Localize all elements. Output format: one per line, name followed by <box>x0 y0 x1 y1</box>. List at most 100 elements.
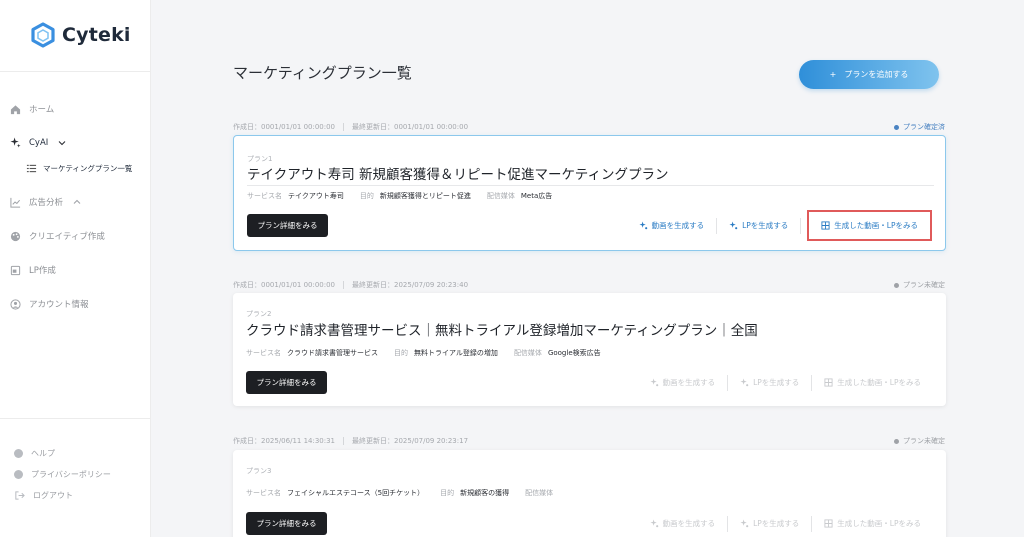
plan-card: プラン3 サービス名 フェイシャルエステコース（5回チケット） 目的 新規顧客の… <box>233 450 946 537</box>
media-value: Google検索広告 <box>547 349 601 357</box>
plan-status: プラン未確定 <box>894 436 945 446</box>
generate-lp-button[interactable]: LPを生成する <box>717 214 800 237</box>
sidebar-item-label: ホーム <box>29 105 55 115</box>
sidebar-item-creative[interactable]: クリエイティブ作成 <box>10 230 105 242</box>
view-generated-button[interactable]: 生成した動画・LPをみる <box>812 371 933 394</box>
info-icon <box>14 470 23 479</box>
view-generated-label: 生成した動画・LPをみる <box>837 519 921 528</box>
plan-meta: 作成日：0001/01/01 00:00:00 最終更新日：2025/07/09… <box>233 280 468 290</box>
view-generated-button[interactable]: 生成した動画・LPをみる <box>807 210 932 241</box>
purpose-value: 新規顧客獲得とリピート促進 <box>379 192 471 200</box>
plan-created: 作成日：2025/06/11 14:30:31 <box>233 437 336 445</box>
purpose-label: 目的 <box>359 192 374 200</box>
meta-separator <box>343 281 345 289</box>
user-icon <box>10 298 21 310</box>
home-icon <box>10 104 21 115</box>
sparkle-icon <box>639 221 648 230</box>
plan-detail-button[interactable]: プラン詳細をみる <box>246 512 327 535</box>
sidebar-subitem-marketing-plans[interactable]: マーケティングプラン一覧 <box>26 163 132 174</box>
sidebar-item-label: 広告分析 <box>29 198 64 208</box>
view-generated-label: 生成した動画・LPをみる <box>834 221 918 230</box>
sidebar-item-ad-analysis[interactable]: 広告分析 <box>10 196 81 208</box>
chart-icon <box>10 197 21 208</box>
sidebar-footer-logout[interactable]: ログアウト <box>14 490 73 501</box>
plan-card: プラン2 クラウド請求書管理サービス｜無料トライアル登録増加マーケティングプラン… <box>233 293 946 406</box>
sidebar-item-account[interactable]: アカウント情報 <box>10 298 89 310</box>
sidebar-divider-bottom <box>0 418 151 419</box>
plan-updated: 最終更新日：2025/07/09 20:23:40 <box>352 281 469 289</box>
list-icon <box>26 163 37 174</box>
sidebar-divider-top <box>0 71 151 72</box>
status-dot-icon <box>894 124 899 130</box>
logo-hexagon-icon <box>31 22 55 48</box>
sparkle-icon <box>650 519 659 528</box>
plan-created: 作成日：0001/01/01 00:00:00 <box>233 123 336 131</box>
plan-title: クラウド請求書管理サービス｜無料トライアル登録増加マーケティングプラン｜全国 <box>246 323 758 339</box>
plan-created: 作成日：0001/01/01 00:00:00 <box>233 281 336 289</box>
title-divider <box>247 185 934 186</box>
generate-video-button[interactable]: 動画を生成する <box>638 512 728 535</box>
add-plan-button[interactable]: + プランを追加する <box>799 60 939 89</box>
sidebar-item-label: クリエイティブ作成 <box>29 232 105 242</box>
plan-number: プラン3 <box>246 467 272 475</box>
view-generated-label: 生成した動画・LPをみる <box>837 378 921 387</box>
service-label: サービス名 <box>246 489 281 497</box>
sidebar-footer-label: ヘルプ <box>31 449 55 458</box>
sidebar-item-label: CyAI <box>29 137 49 148</box>
logout-icon <box>14 490 25 501</box>
media-label: 配信媒体 <box>513 349 542 357</box>
plan-actions: 動画を生成する LPを生成する 生成した動画・LPをみる <box>627 210 932 241</box>
gallery-icon <box>824 519 833 528</box>
plan-meta: 作成日：2025/06/11 14:30:31 最終更新日：2025/07/09… <box>233 436 468 446</box>
sidebar-footer-label: ログアウト <box>33 491 73 500</box>
plan-attributes: サービス名 テイクアウト寿司 目的 新規顧客獲得とリピート促進 配信媒体 Met… <box>247 191 562 201</box>
generate-video-button[interactable]: 動画を生成する <box>627 214 717 237</box>
view-generated-button[interactable]: 生成した動画・LPをみる <box>812 512 933 535</box>
help-icon <box>14 449 23 458</box>
sidebar-item-lp[interactable]: LP作成 <box>10 264 56 276</box>
generate-lp-button[interactable]: LPを生成する <box>728 512 811 535</box>
plan-title: テイクアウト寿司 新規顧客獲得＆リピート促進マーケティングプラン <box>247 167 669 183</box>
sparkle-icon <box>740 519 749 528</box>
plan-actions: 動画を生成する LPを生成する 生成した動画・LPをみる <box>638 512 933 535</box>
generate-lp-label: LPを生成する <box>753 378 800 387</box>
logo-text: Cyteki <box>62 24 131 46</box>
logo[interactable]: Cyteki <box>30 22 131 48</box>
purpose-label: 目的 <box>440 489 455 497</box>
sidebar-footer-label: プライバシーポリシー <box>31 470 111 479</box>
purpose-value: 新規顧客の獲得 <box>460 489 510 497</box>
purpose-value: 無料トライアル登録の増加 <box>414 349 498 357</box>
add-plan-button-label: プランを追加する <box>844 70 909 79</box>
plan-status: プラン確定済 <box>894 122 945 132</box>
generate-lp-button[interactable]: LPを生成する <box>728 371 811 394</box>
generate-video-button[interactable]: 動画を生成する <box>638 371 728 394</box>
sidebar-item-cyai[interactable]: CyAI <box>10 137 66 148</box>
plan-card: プラン1 テイクアウト寿司 新規顧客獲得＆リピート促進マーケティングプラン サー… <box>233 135 946 251</box>
service-value: フェイシャルエステコース（5回チケット） <box>287 489 425 497</box>
page-icon <box>10 265 21 276</box>
generate-video-label: 動画を生成する <box>651 221 705 230</box>
generate-video-label: 動画を生成する <box>662 378 716 387</box>
sidebar-item-home[interactable]: ホーム <box>10 103 54 115</box>
sidebar-subitem-label: マーケティングプラン一覧 <box>43 164 133 173</box>
plan-updated: 最終更新日：2025/07/09 20:23:17 <box>352 437 469 445</box>
plan-detail-button[interactable]: プラン詳細をみる <box>246 371 327 394</box>
page-title: マーケティングプラン一覧 <box>233 64 412 82</box>
sparkle-icon <box>740 378 749 387</box>
palette-icon <box>10 231 21 242</box>
media-label: 配信媒体 <box>525 489 554 497</box>
service-label: サービス名 <box>246 349 281 357</box>
plan-detail-button[interactable]: プラン詳細をみる <box>247 214 328 237</box>
plan-status-label: プラン確定済 <box>903 123 945 131</box>
plan-attributes: サービス名 フェイシャルエステコース（5回チケット） 目的 新規顧客の獲得 配信… <box>246 488 569 498</box>
sidebar-item-label: LP作成 <box>29 266 56 276</box>
sidebar-footer-privacy[interactable]: プライバシーポリシー <box>14 469 111 480</box>
plan-attributes: サービス名 クラウド請求書管理サービス 目的 無料トライアル登録の増加 配信媒体… <box>246 348 611 358</box>
chevron-up-icon <box>73 199 81 204</box>
plan-status-label: プラン未確定 <box>903 437 945 445</box>
status-dot-icon <box>894 282 899 288</box>
service-value: クラウド請求書管理サービス <box>287 349 378 357</box>
sidebar-footer-help[interactable]: ヘルプ <box>14 448 55 459</box>
sidebar: Cyteki ホーム CyAI マーケティングプラン一覧 広告分析 クリエイティ… <box>0 0 151 537</box>
sparkle-icon <box>729 221 738 230</box>
